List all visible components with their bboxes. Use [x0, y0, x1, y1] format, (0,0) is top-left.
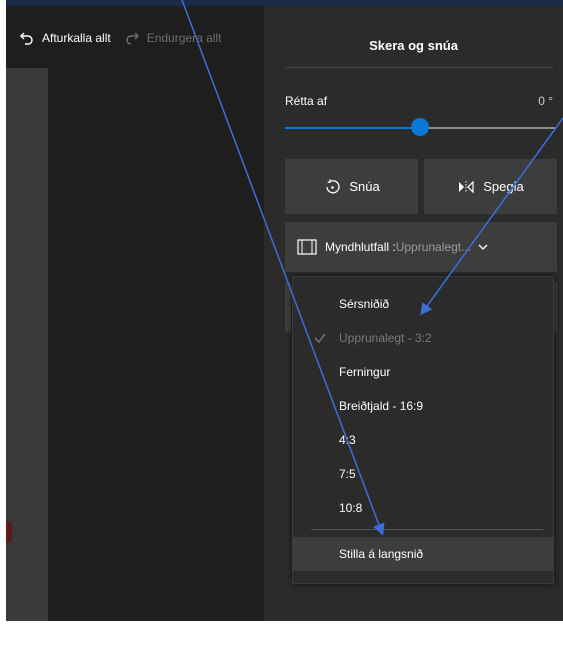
aspect-ratio-value: Upprunalegt...: [395, 240, 472, 254]
panel-title: Skera og snúa: [369, 38, 458, 53]
redo-all-button[interactable]: Endurgera allt: [123, 29, 222, 47]
menu-item-square[interactable]: Ferningur: [293, 355, 553, 389]
aspect-ratio-menu: Sérsniðið Upprunalegt - 3:2 Ferningur Br…: [292, 276, 554, 584]
menu-item-original[interactable]: Upprunalegt - 3:2: [293, 321, 553, 355]
menu-item-label: 7:5: [339, 467, 356, 481]
aspect-ratio-label: Myndhlutfall :: [325, 240, 396, 254]
button-edge: [285, 282, 291, 332]
menu-item-label: Stilla á langsnið: [339, 547, 424, 561]
divider: [286, 67, 553, 68]
toolbar: Afturkalla allt Endurgera allt: [6, 18, 264, 58]
rotate-label: Snúa: [349, 179, 380, 194]
photo-edge-fragment: [6, 521, 12, 543]
slider-track: [421, 127, 555, 129]
menu-item-label: Breiðtjald - 16:9: [339, 399, 424, 413]
slider-fill: [285, 127, 421, 129]
flip-icon: [459, 180, 474, 193]
menu-item-custom[interactable]: Sérsniðið: [293, 287, 553, 321]
photo-canvas[interactable]: [6, 68, 48, 621]
menu-item-label: 4:3: [339, 433, 356, 447]
undo-all-label: Afturkalla allt: [42, 31, 111, 45]
menu-divider: [311, 529, 543, 530]
menu-item-widescreen[interactable]: Breiðtjald - 16:9: [293, 389, 553, 423]
flip-button[interactable]: Spegla: [424, 159, 557, 214]
canvas-background: [48, 68, 264, 621]
aspect-ratio-dropdown[interactable]: Myndhlutfall : Upprunalegt...: [285, 222, 557, 272]
menu-item-label: Ferningur: [339, 365, 391, 379]
straighten-label: Rétta af: [285, 94, 328, 108]
aspect-ratio-icon: [297, 239, 317, 255]
undo-icon: [20, 32, 33, 45]
menu-item-landscape[interactable]: Stilla á langsnið: [293, 537, 553, 571]
redo-all-label: Endurgera allt: [146, 31, 222, 45]
rotate-button[interactable]: Snúa: [285, 159, 418, 214]
menu-item-label: 10:8: [339, 501, 363, 515]
menu-item-4-3[interactable]: 4:3: [293, 423, 553, 457]
straighten-value: 0 °: [538, 94, 553, 108]
menu-item-10-8[interactable]: 10:8: [293, 491, 553, 525]
rotate-icon: [326, 178, 340, 193]
chevron-down-icon: [478, 244, 488, 250]
checkmark-icon: [314, 333, 326, 343]
menu-item-7-5[interactable]: 7:5: [293, 457, 553, 491]
flip-label: Spegla: [483, 179, 524, 194]
photo-editor-window: Afturkalla allt Endurgera allt Skera og …: [6, 6, 563, 621]
straighten-slider[interactable]: [285, 118, 555, 136]
slider-thumb[interactable]: [411, 118, 429, 136]
redo-icon: [126, 32, 139, 45]
menu-item-label: Sérsniðið: [339, 297, 390, 311]
menu-item-label: Upprunalegt - 3:2: [339, 331, 432, 345]
undo-all-button[interactable]: Afturkalla allt: [18, 29, 111, 47]
